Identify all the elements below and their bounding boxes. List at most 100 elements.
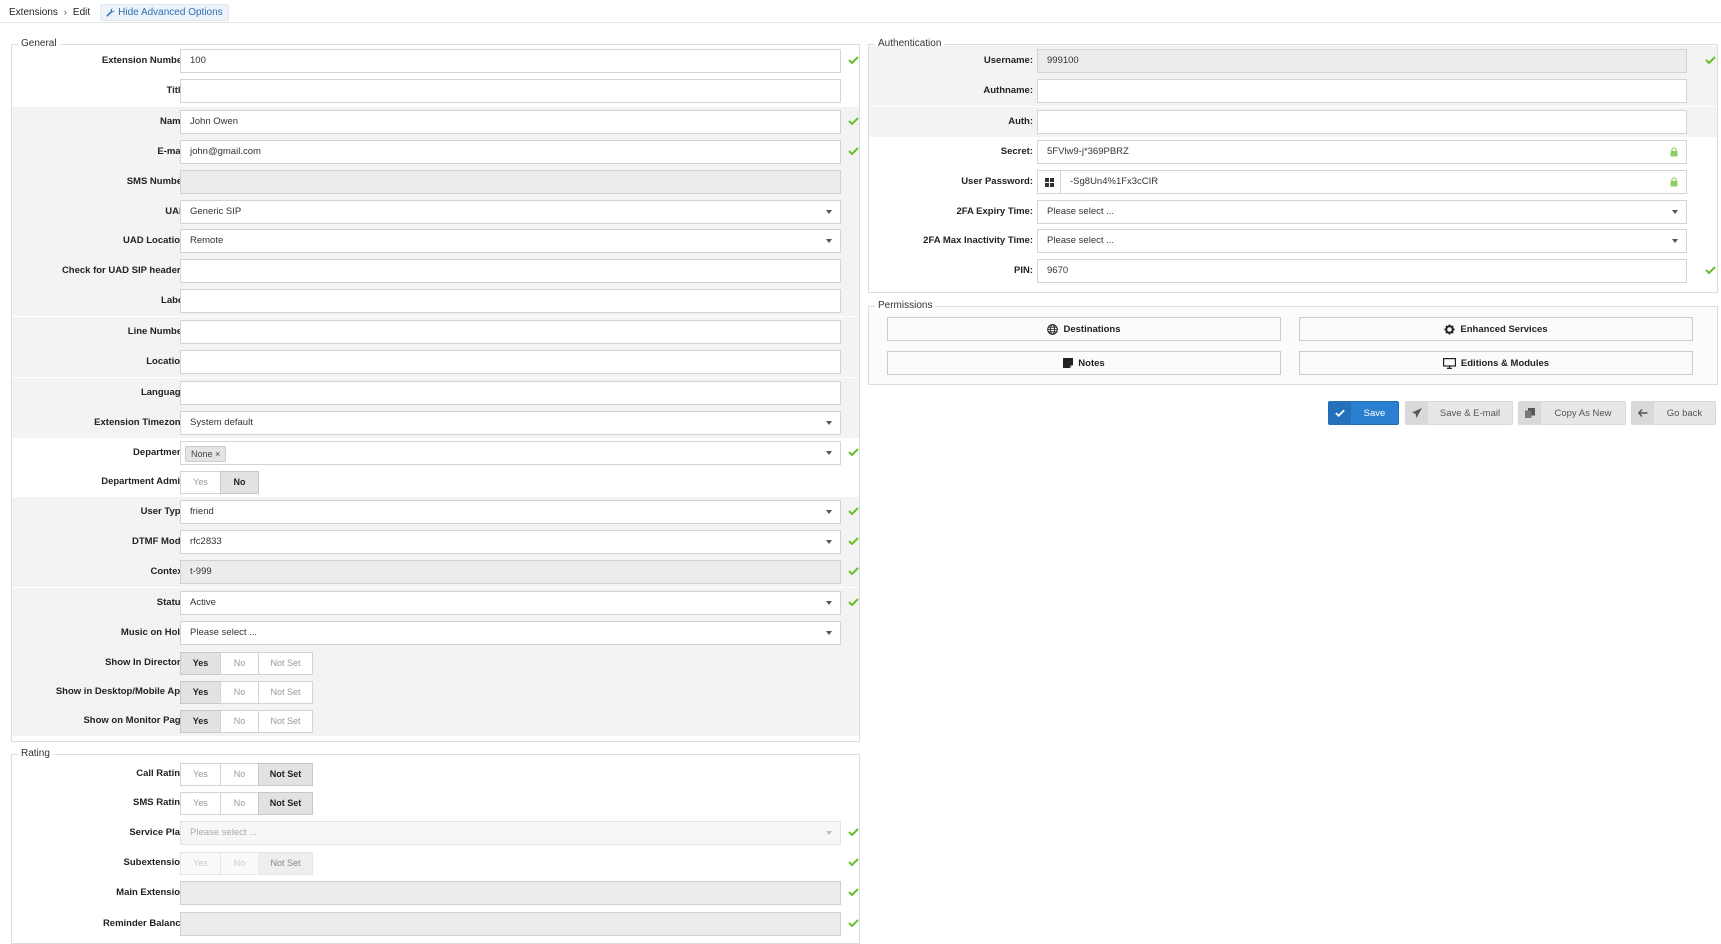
department-tag-none[interactable]: None × xyxy=(185,446,227,462)
show-in-directory-not-set[interactable]: Not Set xyxy=(258,652,313,675)
check-icon xyxy=(1329,401,1351,425)
extension-number-input[interactable]: 100 xyxy=(180,49,841,73)
uad-location-select[interactable]: Remote xyxy=(180,229,841,253)
check-uad-sip-label: Check for UAD SIP headers: xyxy=(61,265,189,276)
auth-input[interactable] xyxy=(1037,110,1687,134)
row-email: E-mail: john@gmail.com xyxy=(12,137,859,167)
hide-advanced-options-button[interactable]: Hide Advanced Options xyxy=(100,3,229,21)
reminder-balance-input[interactable] xyxy=(180,912,841,936)
qr-code-icon[interactable] xyxy=(1038,171,1061,193)
chevron-right-icon: › xyxy=(63,7,67,17)
caret-down-icon xyxy=(826,831,832,835)
destinations-label: Destinations xyxy=(1063,323,1121,335)
show-on-monitor-yes[interactable]: Yes xyxy=(180,710,221,733)
user-type-value: friend xyxy=(190,506,214,517)
row-status: Status: Active xyxy=(12,588,859,618)
breadcrumb-extensions[interactable]: Extensions xyxy=(9,7,58,18)
service-plan-value: Please select ... xyxy=(190,827,258,838)
call-rating-not-set[interactable]: Not Set xyxy=(258,763,313,786)
sms-rating-not-set[interactable]: Not Set xyxy=(258,792,313,815)
auth-label: Auth: xyxy=(1008,116,1033,127)
show-in-app-no[interactable]: No xyxy=(220,681,259,704)
rating-fieldset: Rating Call Rating: Yes No Not Set SMS R… xyxy=(11,748,860,944)
music-on-hold-value: Please select ... xyxy=(190,627,258,638)
name-input[interactable]: John Owen xyxy=(180,110,841,134)
row-user-password: User Password: -Sg8Un4%1Fx3cCIR xyxy=(869,167,1717,197)
call-rating-yes[interactable]: Yes xyxy=(180,763,221,786)
title-input[interactable] xyxy=(180,79,841,103)
department-multiselect[interactable]: None × xyxy=(180,441,841,465)
destinations-button[interactable]: Destinations xyxy=(887,317,1281,341)
caret-down-icon xyxy=(826,210,832,214)
email-input[interactable]: john@gmail.com xyxy=(180,140,841,164)
row-sms-number: SMS Number: xyxy=(12,167,859,197)
caret-down-icon xyxy=(826,510,832,514)
music-on-hold-select[interactable]: Please select ... xyxy=(180,621,841,645)
save-email-button[interactable]: Save & E-mail xyxy=(1405,401,1513,425)
pin-input[interactable]: 9670 xyxy=(1037,259,1687,283)
enhanced-services-label: Enhanced Services xyxy=(1460,323,1548,335)
language-input[interactable] xyxy=(180,381,841,405)
context-input[interactable]: t-999 xyxy=(180,560,841,584)
hide-advanced-options-label: Hide Advanced Options xyxy=(118,6,223,18)
lock-icon[interactable] xyxy=(1670,177,1678,187)
show-in-directory-yes[interactable]: Yes xyxy=(180,652,221,675)
2fa-inactivity-label: 2FA Max Inactivity Time: xyxy=(923,235,1033,246)
dtmf-mode-select[interactable]: rfc2833 xyxy=(180,530,841,554)
row-music-on-hold: Music on Hold: Please select ... xyxy=(12,618,859,648)
save-button[interactable]: Save xyxy=(1328,401,1399,425)
check-icon xyxy=(848,919,859,927)
copy-icon xyxy=(1519,401,1541,425)
secret-input[interactable]: 5FVlw9-j*369PBRZ xyxy=(1037,140,1687,164)
row-extension-number: Extension Number: 100 xyxy=(12,46,859,76)
dtmf-mode-value: rfc2833 xyxy=(190,536,222,547)
lock-icon[interactable] xyxy=(1670,147,1678,157)
show-in-app-yes[interactable]: Yes xyxy=(180,681,221,704)
subextension-not-set[interactable]: Not Set xyxy=(258,852,313,875)
timezone-select[interactable]: System default xyxy=(180,411,841,435)
authname-input[interactable] xyxy=(1037,79,1687,103)
department-admin-no[interactable]: No xyxy=(220,471,259,494)
uad-select[interactable]: Generic SIP xyxy=(180,200,841,224)
show-in-app-not-set[interactable]: Not Set xyxy=(258,681,313,704)
service-plan-select[interactable]: Please select ... xyxy=(180,821,841,845)
line-number-input[interactable] xyxy=(180,320,841,344)
label-input[interactable] xyxy=(180,289,841,313)
username-input[interactable]: 999100 xyxy=(1037,49,1687,73)
status-select[interactable]: Active xyxy=(180,591,841,615)
subextension-no[interactable]: No xyxy=(220,852,259,875)
2fa-inactivity-select[interactable]: Please select ... xyxy=(1037,229,1687,253)
sms-number-input[interactable] xyxy=(180,170,841,194)
sms-rating-yes[interactable]: Yes xyxy=(180,792,221,815)
arrow-left-icon xyxy=(1632,401,1654,425)
check-icon xyxy=(848,537,859,545)
check-uad-sip-input[interactable] xyxy=(180,259,841,283)
main-extension-input[interactable] xyxy=(180,881,841,905)
editions-modules-button[interactable]: Editions & Modules xyxy=(1299,351,1693,375)
check-icon xyxy=(848,567,859,575)
header-divider xyxy=(0,22,1721,23)
user-password-input[interactable]: -Sg8Un4%1Fx3cCIR xyxy=(1037,170,1687,194)
subextension-yes[interactable]: Yes xyxy=(180,852,221,875)
notes-button[interactable]: Notes xyxy=(887,351,1281,375)
sms-rating-no[interactable]: No xyxy=(220,792,259,815)
check-icon xyxy=(848,56,859,64)
show-in-directory-no[interactable]: No xyxy=(220,652,259,675)
show-on-monitor-no[interactable]: No xyxy=(220,710,259,733)
go-back-button[interactable]: Go back xyxy=(1631,401,1716,425)
location-input[interactable] xyxy=(180,350,841,374)
user-password-label: User Password: xyxy=(961,176,1033,187)
enhanced-services-button[interactable]: Enhanced Services xyxy=(1299,317,1693,341)
user-type-select[interactable]: friend xyxy=(180,500,841,524)
department-admin-yes[interactable]: Yes xyxy=(180,471,221,494)
subextension-toggle: Yes No Not Set xyxy=(180,852,313,875)
show-on-monitor-not-set[interactable]: Not Set xyxy=(258,710,313,733)
call-rating-no[interactable]: No xyxy=(220,763,259,786)
2fa-expiry-select[interactable]: Please select ... xyxy=(1037,200,1687,224)
desktop-icon xyxy=(1442,357,1456,369)
globe-icon xyxy=(1047,323,1059,335)
user-password-value: -Sg8Un4%1Fx3cCIR xyxy=(1070,176,1159,187)
row-line-number: Line Number: xyxy=(12,317,859,347)
copy-as-new-button[interactable]: Copy As New xyxy=(1518,401,1626,425)
row-authname: Authname: xyxy=(869,76,1717,106)
